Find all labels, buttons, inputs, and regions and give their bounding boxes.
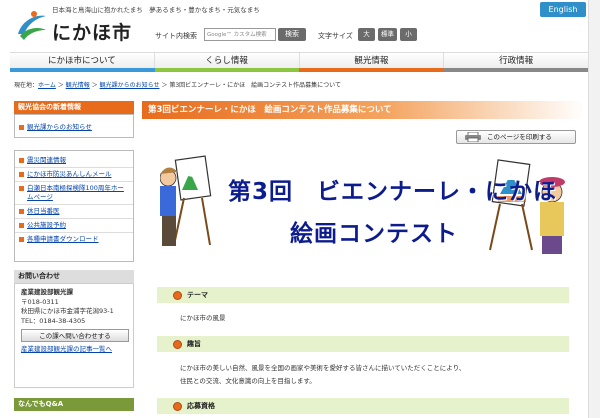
sidebar-item-facility-booking[interactable]: 公共施設予約: [15, 219, 133, 233]
sidebar-item-shirase[interactable]: 白瀬日本南極探検隊100周年ホームページ: [15, 182, 133, 205]
page-title: 第3回ビエンナーレ・にかほ 絵画コンテスト作品募集について: [142, 101, 584, 119]
search-button[interactable]: 検索: [278, 28, 306, 41]
breadcrumb-notices[interactable]: 観光課からのお知らせ: [100, 82, 160, 89]
nav-bar-government: [443, 68, 588, 72]
logo-text[interactable]: にかほ市: [52, 18, 132, 45]
contact-heading: お問い合わせ: [14, 270, 134, 283]
breadcrumb-sep: ＞: [57, 82, 64, 89]
breadcrumb-current: 第3回ビエンナーレ・にかほ 絵画コンテスト作品募集について: [169, 82, 341, 89]
contact-tel: TEL：0184-38-4305: [21, 316, 86, 325]
sidebar-links: 震災関連情報 にかほ市防災あんしんメール 白瀬日本南極探検隊100周年ホームペー…: [14, 150, 134, 262]
textsize-large-button[interactable]: 大: [358, 28, 375, 41]
breadcrumb-sep: ＞: [91, 82, 98, 89]
left-painter-illustration: [160, 155, 212, 246]
page: 日本海と鳥海山に抱かれたまち 夢あるまち・豊かなまち・元気なまち にかほ市 En…: [0, 0, 600, 418]
nav-bar-tourism: [299, 68, 444, 72]
textsize-label: 文字サイズ: [318, 32, 353, 40]
breadcrumb-home[interactable]: ホーム: [38, 82, 56, 89]
nav-government[interactable]: 行政情報: [444, 53, 588, 68]
section-eligibility-heading: 応募資格: [157, 398, 569, 414]
printer-icon: [465, 132, 481, 142]
kanko-news-link[interactable]: 観光課からのお知らせ: [15, 121, 133, 134]
nav-tourism[interactable]: 観光情報: [299, 53, 445, 68]
section-theme-text: にかほ市の風景: [180, 314, 226, 322]
section-purpose-text-2: 住民との交流、文化意識の向上を目指します。: [180, 377, 316, 385]
nav-living[interactable]: くらし情報: [154, 53, 300, 68]
contact-dept: 産業建設部観光課: [21, 288, 73, 296]
nav-bar-living: [154, 68, 299, 72]
breadcrumb-prefix: 現在地：: [14, 82, 39, 89]
global-nav: にかほ市について くらし情報 観光情報 行政情報: [10, 52, 588, 68]
kanko-news-heading: 観光協会の新着情報: [14, 101, 134, 114]
contact-zip: 〒018-0311: [21, 297, 59, 306]
search-input[interactable]: Google™ カスタム検索: [204, 28, 276, 41]
nav-color-bars: [10, 68, 588, 72]
contact-address: 秋田県にかほ市金浦字花潟93-1: [21, 307, 114, 315]
sidebar-item-holiday-doctor[interactable]: 休日当番医: [15, 205, 133, 219]
contact-button[interactable]: この課へ問い合わせする: [21, 329, 129, 342]
qa-heading: なんでもQ&A: [14, 398, 134, 411]
search-label: サイト内検索: [155, 32, 197, 40]
section-purpose-heading: 趣旨: [157, 336, 569, 352]
contact-box: 産業建設部観光課 〒018-0311 秋田県にかほ市金浦字花潟93-1 TEL：…: [14, 283, 134, 388]
textsize-normal-button[interactable]: 標準: [378, 28, 397, 41]
section-purpose-text-1: にかほ市の美しい自然、風景を全国の画家や美術を愛好する皆さんに描いていただくこと…: [180, 364, 466, 372]
banner-title-line1: 第3回 ビエンナーレ・にかほ: [228, 179, 558, 205]
breadcrumb-tourism[interactable]: 観光情報: [66, 82, 90, 89]
breadcrumb: 現在地：ホーム ＞ 観光情報 ＞ 観光課からのお知らせ ＞ 第3回ビエンナーレ・…: [14, 80, 341, 89]
sidebar-item-bousai-mail[interactable]: にかほ市防災あんしんメール: [15, 168, 133, 182]
section-theme-heading: テーマ: [157, 287, 569, 303]
nav-about[interactable]: にかほ市について: [10, 53, 155, 68]
textsize-small-button[interactable]: 小: [400, 28, 417, 41]
banner-title-line2: 絵画コンテスト: [290, 221, 458, 247]
city-logo-icon[interactable]: [14, 10, 48, 42]
sidebar-item-downloads[interactable]: 各種申請書ダウンロード: [15, 233, 133, 246]
kanko-news-box: 観光課からのお知らせ: [14, 114, 134, 138]
sidebar-item-disaster[interactable]: 震災関連情報: [15, 154, 133, 168]
nav-bar-about: [10, 68, 155, 72]
dept-articles-link[interactable]: 産業建設部観光課の記事一覧へ: [21, 345, 112, 353]
english-button[interactable]: English: [540, 2, 586, 17]
breadcrumb-sep: ＞: [161, 82, 168, 89]
scrollbar[interactable]: [588, 0, 600, 418]
tagline: 日本海と鳥海山に抱かれたまち 夢あるまち・豊かなまち・元気なまち: [52, 6, 260, 14]
